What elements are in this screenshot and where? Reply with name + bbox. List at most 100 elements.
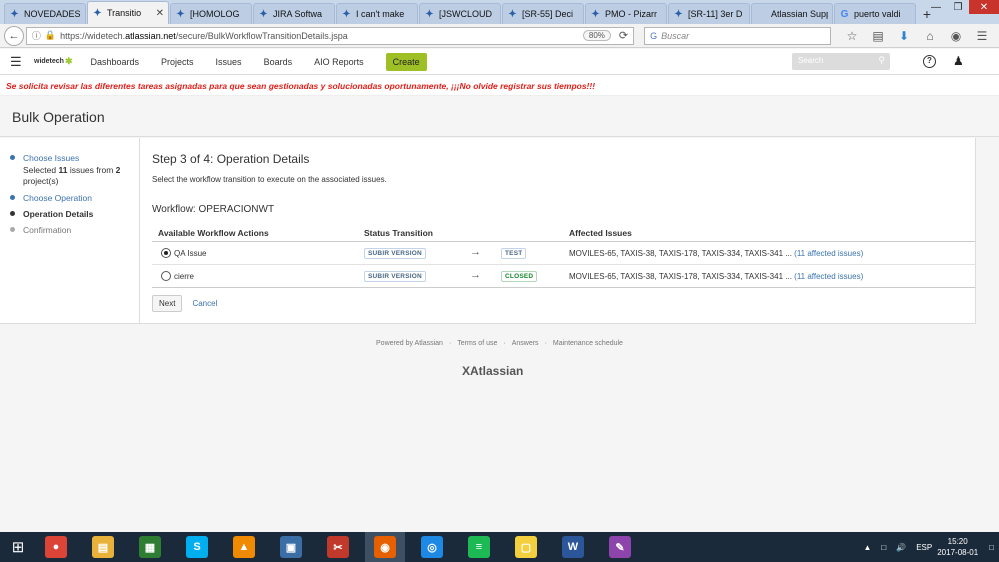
action-label[interactable]: cierre	[174, 272, 194, 281]
address-bar[interactable]: ⓘ 🔒 https://widetech.atlassian.net/secur…	[25, 26, 635, 45]
close-window-icon[interactable]: ✕	[969, 0, 999, 14]
info-icon[interactable]: ⓘ	[32, 29, 41, 42]
jira-search-input[interactable]: Search ⚲	[792, 53, 890, 70]
reload-icon[interactable]: ⟳	[619, 29, 628, 42]
taskbar-app[interactable]: ▲	[224, 532, 264, 562]
clock-time: 15:20	[947, 537, 968, 546]
action-radio[interactable]	[161, 271, 171, 281]
tab-label: [HOMOLOG	[190, 9, 240, 19]
footer-link[interactable]: Terms of use	[457, 340, 497, 347]
chrome-icon: ●	[45, 536, 67, 558]
issue-keys: MOVILES-65, TAXIS-38, TAXIS-178, TAXIS-3…	[569, 272, 792, 281]
zoom-level[interactable]: 80%	[582, 30, 611, 41]
nav-issues[interactable]: Issues	[216, 57, 242, 67]
step-dot-icon	[10, 195, 15, 200]
footer-link[interactable]: Answers	[512, 340, 539, 347]
taskbar-app[interactable]: ◎	[412, 532, 452, 562]
app-switcher-icon[interactable]: ☰	[10, 54, 24, 70]
affected-issues: MOVILES-65, TAXIS-38, TAXIS-178, TAXIS-3…	[569, 272, 863, 281]
browser-tab[interactable]: ✦ Transitio ✕	[87, 1, 169, 24]
cancel-link[interactable]: Cancel	[192, 299, 217, 308]
volume-icon[interactable]: 🔊	[896, 543, 906, 552]
taskbar-app[interactable]: ▢	[506, 532, 546, 562]
back-icon[interactable]: ←	[4, 25, 24, 46]
step-label[interactable]: Choose Operation	[23, 193, 129, 203]
nav-dashboards[interactable]: Dashboards	[91, 57, 140, 67]
col-header-actions: Available Workflow Actions	[158, 228, 269, 238]
taskbar-app[interactable]: ●	[36, 532, 76, 562]
nav-boards[interactable]: Boards	[264, 57, 293, 67]
tab-label: I can't make	[356, 9, 405, 19]
widetech-logo[interactable]: widetech ✱	[34, 56, 73, 67]
browser-tab[interactable]: ✦ [HOMOLOG	[170, 3, 252, 24]
wizard-step[interactable]: Choose Operation	[10, 193, 129, 203]
taskbar-app[interactable]: ▦	[130, 532, 170, 562]
footer-link[interactable]: Powered by Atlassian	[376, 340, 443, 347]
browser-tab[interactable]: ✦ [SR-55] Deci	[502, 3, 584, 24]
footer-link[interactable]: Maintenance schedule	[553, 340, 623, 347]
browser-search-input[interactable]: G Buscar	[644, 26, 831, 45]
taskbar-app[interactable]: ▤	[83, 532, 123, 562]
browser-tab[interactable]: ✦ JIRA Softwa	[253, 3, 335, 24]
restore-icon[interactable]: ❐	[947, 0, 969, 14]
snipping-tool-icon: ✂	[327, 536, 349, 558]
help-icon[interactable]: ?	[923, 55, 936, 68]
menu-icon[interactable]: ☰	[969, 29, 995, 43]
taskbar-app[interactable]: ◉	[365, 532, 405, 562]
wizard-step[interactable]: Choose Issues Selected 11 issues from 2 p…	[10, 153, 129, 187]
wizard-step: Operation Details	[10, 209, 129, 219]
step-heading: Step 3 of 4: Operation Details	[152, 152, 310, 166]
logo-star-icon: ✱	[64, 56, 73, 66]
browser-tab[interactable]: ✦ [JSWCLOUD	[419, 3, 501, 24]
summary-text: Selected	[23, 165, 59, 175]
home-icon[interactable]: ⌂	[917, 29, 943, 43]
language-indicator[interactable]: ESP	[916, 543, 932, 552]
arrow-right-icon: →	[470, 246, 481, 258]
taskbar-app[interactable]: S	[177, 532, 217, 562]
taskbar-app[interactable]: W	[553, 532, 593, 562]
footer-links: Powered by Atlassian · Terms of use · Answer…	[0, 340, 999, 347]
announcement-banner: Se solicita revisar las diferentes tarea…	[0, 75, 999, 96]
taskbar-app[interactable]: ▣	[271, 532, 311, 562]
nav-aio-reports[interactable]: AIO Reports	[314, 57, 364, 67]
taskbar-app[interactable]: ≡	[459, 532, 499, 562]
user-avatar-icon[interactable]: ♟	[953, 54, 967, 68]
taskbar-app[interactable]: ✎	[600, 532, 640, 562]
vlc-icon: ▲	[233, 536, 255, 558]
minimize-icon[interactable]: —	[925, 0, 947, 14]
next-button[interactable]: Next	[152, 295, 183, 312]
browser-tab[interactable]: ✦ NOVEDADES	[4, 3, 86, 24]
taskbar-app[interactable]: ✂	[318, 532, 358, 562]
affected-issues-link[interactable]: (11 affected issues)	[794, 272, 863, 281]
pocket-icon[interactable]: ◉	[943, 29, 969, 43]
workflow-actions-table: Available Workflow Actions Status Transi…	[152, 224, 975, 288]
affected-issues-link[interactable]: (11 affected issues)	[794, 249, 863, 258]
browser-tab[interactable]: ✦ PMO - Pizarr	[585, 3, 667, 24]
download-icon[interactable]: ⬇	[891, 29, 917, 43]
step-dot-icon	[10, 155, 15, 160]
issue-keys: MOVILES-65, TAXIS-38, TAXIS-178, TAXIS-3…	[569, 249, 792, 258]
window-controls: — ❐ ✕	[925, 0, 999, 14]
bookmark-star-icon[interactable]: ☆	[839, 29, 865, 43]
create-button[interactable]: Create	[385, 52, 427, 71]
table-header: Available Workflow Actions Status Transi…	[152, 224, 975, 242]
browser-tab[interactable]: ✦ [SR-11] 3er D	[668, 3, 750, 24]
tab-close-icon[interactable]: ✕	[156, 8, 164, 19]
action-label[interactable]: QA Issue	[174, 249, 206, 258]
wizard-steps: Choose Issues Selected 11 issues from 2 p…	[0, 138, 140, 324]
jira-icon: ✦	[93, 7, 102, 19]
tray-chevron-icon[interactable]: ▲	[863, 543, 871, 552]
action-radio[interactable]	[161, 248, 171, 258]
clock[interactable]: 15:20 2017-08-01	[937, 536, 978, 558]
browser-tab[interactable]: Gpuerto valdi	[834, 3, 916, 24]
reading-list-icon[interactable]: ▤	[865, 29, 891, 43]
windows-start-icon[interactable]: ⊞	[0, 532, 36, 562]
file-explorer-icon: ▤	[92, 536, 114, 558]
browser-tab[interactable]: ✦ I can't make	[336, 3, 418, 24]
notifications-icon[interactable]: □	[989, 543, 994, 552]
network-icon[interactable]: □	[881, 543, 886, 552]
browser-navbar: ← ⓘ 🔒 https://widetech.atlassian.net/sec…	[0, 24, 999, 48]
step-label[interactable]: Choose Issues	[23, 153, 129, 163]
browser-tab[interactable]: Atlassian Suppo	[751, 3, 833, 24]
nav-projects[interactable]: Projects	[161, 57, 194, 67]
